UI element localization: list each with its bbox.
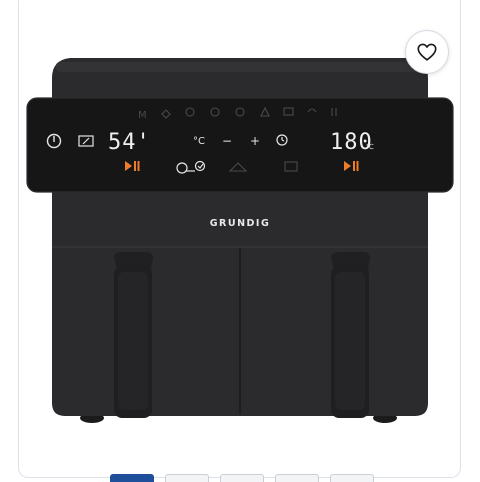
left-timer-display: 54'	[108, 130, 151, 155]
control-panel	[27, 98, 453, 192]
right-drawer-handle[interactable]	[331, 252, 370, 418]
image-thumbnail-strip	[0, 474, 480, 482]
thumbnail-3[interactable]	[220, 474, 264, 482]
add-to-wishlist-button[interactable]	[405, 30, 449, 74]
svg-text:M: M	[138, 110, 147, 121]
minus-button[interactable]: −	[222, 134, 232, 148]
left-drawer-handle[interactable]	[114, 252, 153, 418]
thumbnail-2[interactable]	[165, 474, 209, 482]
air-fryer-image: M 54' °C − + 180 ℃ GRUNDIG	[26, 58, 454, 423]
plus-button[interactable]: +	[250, 134, 260, 148]
heart-icon	[417, 43, 437, 61]
right-temperature-unit: ℃	[366, 143, 374, 151]
temperature-unit-button[interactable]: °C	[193, 136, 205, 147]
thumbnail-5[interactable]	[330, 474, 374, 482]
thumbnail-1[interactable]	[110, 474, 154, 482]
thumbnail-4[interactable]	[275, 474, 319, 482]
brand-logo: GRUNDIG	[210, 218, 271, 229]
